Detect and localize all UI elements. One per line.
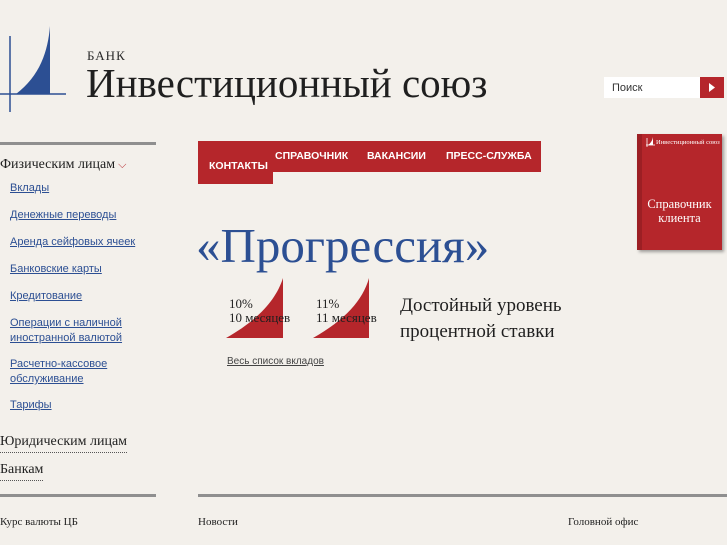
all-deposits-link[interactable]: Весь список вкладов (227, 356, 324, 367)
sidebar-item-credit[interactable]: Кредитование (10, 289, 82, 304)
rate-term: 10 месяцев (229, 310, 291, 325)
sidebar-category-label: Физическим лицам (0, 157, 116, 172)
footer-heading-head-office[interactable]: Головной офис (568, 516, 638, 528)
bank-name-logo[interactable]: Инвестиционный союз (86, 60, 487, 106)
sidebar-divider-bottom (0, 494, 156, 497)
sidebar-category-individuals[interactable]: Физическим лицам ⌵ (0, 157, 126, 173)
chevron-down-icon: ⌵ (118, 159, 127, 171)
client-guide-book-banner[interactable]: Инвестиционный союз Справочник клиента (637, 134, 722, 250)
sidebar-item-tariffs[interactable]: Тарифы (10, 398, 52, 413)
nav-directory[interactable]: СПРАВОЧНИК (275, 150, 348, 162)
book-spine (637, 134, 642, 250)
promo-title[interactable]: «Прогрессия» (196, 215, 489, 277)
sidebar-divider-top (0, 142, 156, 145)
arrow-right-icon (709, 83, 715, 92)
sidebar-item-deposits[interactable]: Вклады (10, 181, 49, 196)
book-brand: Инвестиционный союз (656, 139, 720, 146)
promo-tagline-line2: процентной ставки (400, 321, 555, 342)
sidebar-item-settlement[interactable]: Расчетно-кассовое обслуживание (10, 357, 130, 387)
sail-logo-icon (646, 137, 655, 147)
promo-tagline-line1: Достойный уровень (400, 295, 562, 316)
sidebar-item-transfers[interactable]: Денежные переводы (10, 208, 116, 223)
sidebar-item-safe-deposit[interactable]: Аренда сейфовых ячеек (10, 235, 135, 250)
nav-contacts[interactable]: КОНТАКТЫ (209, 160, 268, 172)
content-divider-bottom (198, 494, 727, 497)
book-title: Справочник клиента (637, 197, 722, 225)
book-title-line2: клиента (658, 211, 701, 225)
nav-vacancies[interactable]: ВАКАНСИИ (367, 150, 426, 162)
search-input[interactable] (604, 77, 700, 98)
footer-heading-exchange-rate[interactable]: Курс валюты ЦБ (0, 516, 78, 528)
rate-block-10: 10% 10 месяцев (226, 278, 296, 338)
book-title-line1: Справочник (647, 197, 712, 211)
nav-press[interactable]: ПРЕСС-СЛУЖБА (446, 150, 532, 162)
rate-term: 11 месяцев (316, 310, 377, 325)
sail-logo-icon (0, 26, 66, 112)
sidebar-category-banks[interactable]: Банкам (0, 462, 44, 481)
search-button[interactable] (700, 77, 724, 98)
footer-heading-news[interactable]: Новости (198, 516, 238, 528)
sidebar-category-legal[interactable]: Юридическим лицам (0, 434, 128, 453)
sidebar-item-cash-currency[interactable]: Операции с наличной иностранной валютой (10, 316, 150, 346)
sidebar-item-cards[interactable]: Банковские карты (10, 262, 102, 277)
rate-block-11: 11% 11 месяцев (313, 278, 383, 338)
